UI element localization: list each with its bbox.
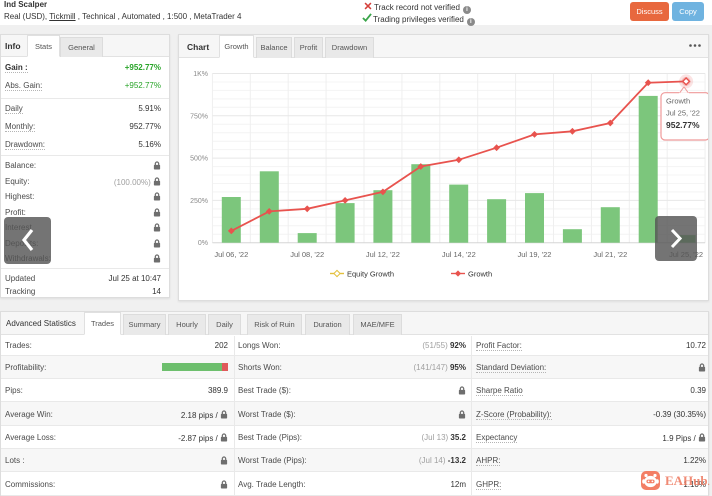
svg-text:250%: 250% — [190, 198, 208, 205]
svg-text:500%: 500% — [190, 156, 208, 163]
svg-text:750%: 750% — [190, 113, 208, 120]
svg-text:Jul 14, '22: Jul 14, '22 — [442, 250, 476, 259]
svg-text:Jul 06, '22: Jul 06, '22 — [214, 250, 248, 259]
svg-text:Growth: Growth — [666, 97, 690, 106]
svg-text:0%: 0% — [198, 240, 208, 247]
svg-text:Jul 08, '22: Jul 08, '22 — [290, 250, 324, 259]
svg-text:Jul 21, '22: Jul 21, '22 — [593, 250, 627, 259]
svg-text:Growth: Growth — [468, 269, 492, 278]
svg-text:952.77%: 952.77% — [666, 120, 700, 130]
svg-text:Jul 12, '22: Jul 12, '22 — [366, 250, 400, 259]
svg-text:Jul 19, '22: Jul 19, '22 — [518, 250, 552, 259]
svg-text:Equity Growth: Equity Growth — [347, 269, 394, 278]
svg-text:Jul 25, '22: Jul 25, '22 — [666, 109, 700, 118]
svg-text:1K%: 1K% — [193, 71, 208, 78]
